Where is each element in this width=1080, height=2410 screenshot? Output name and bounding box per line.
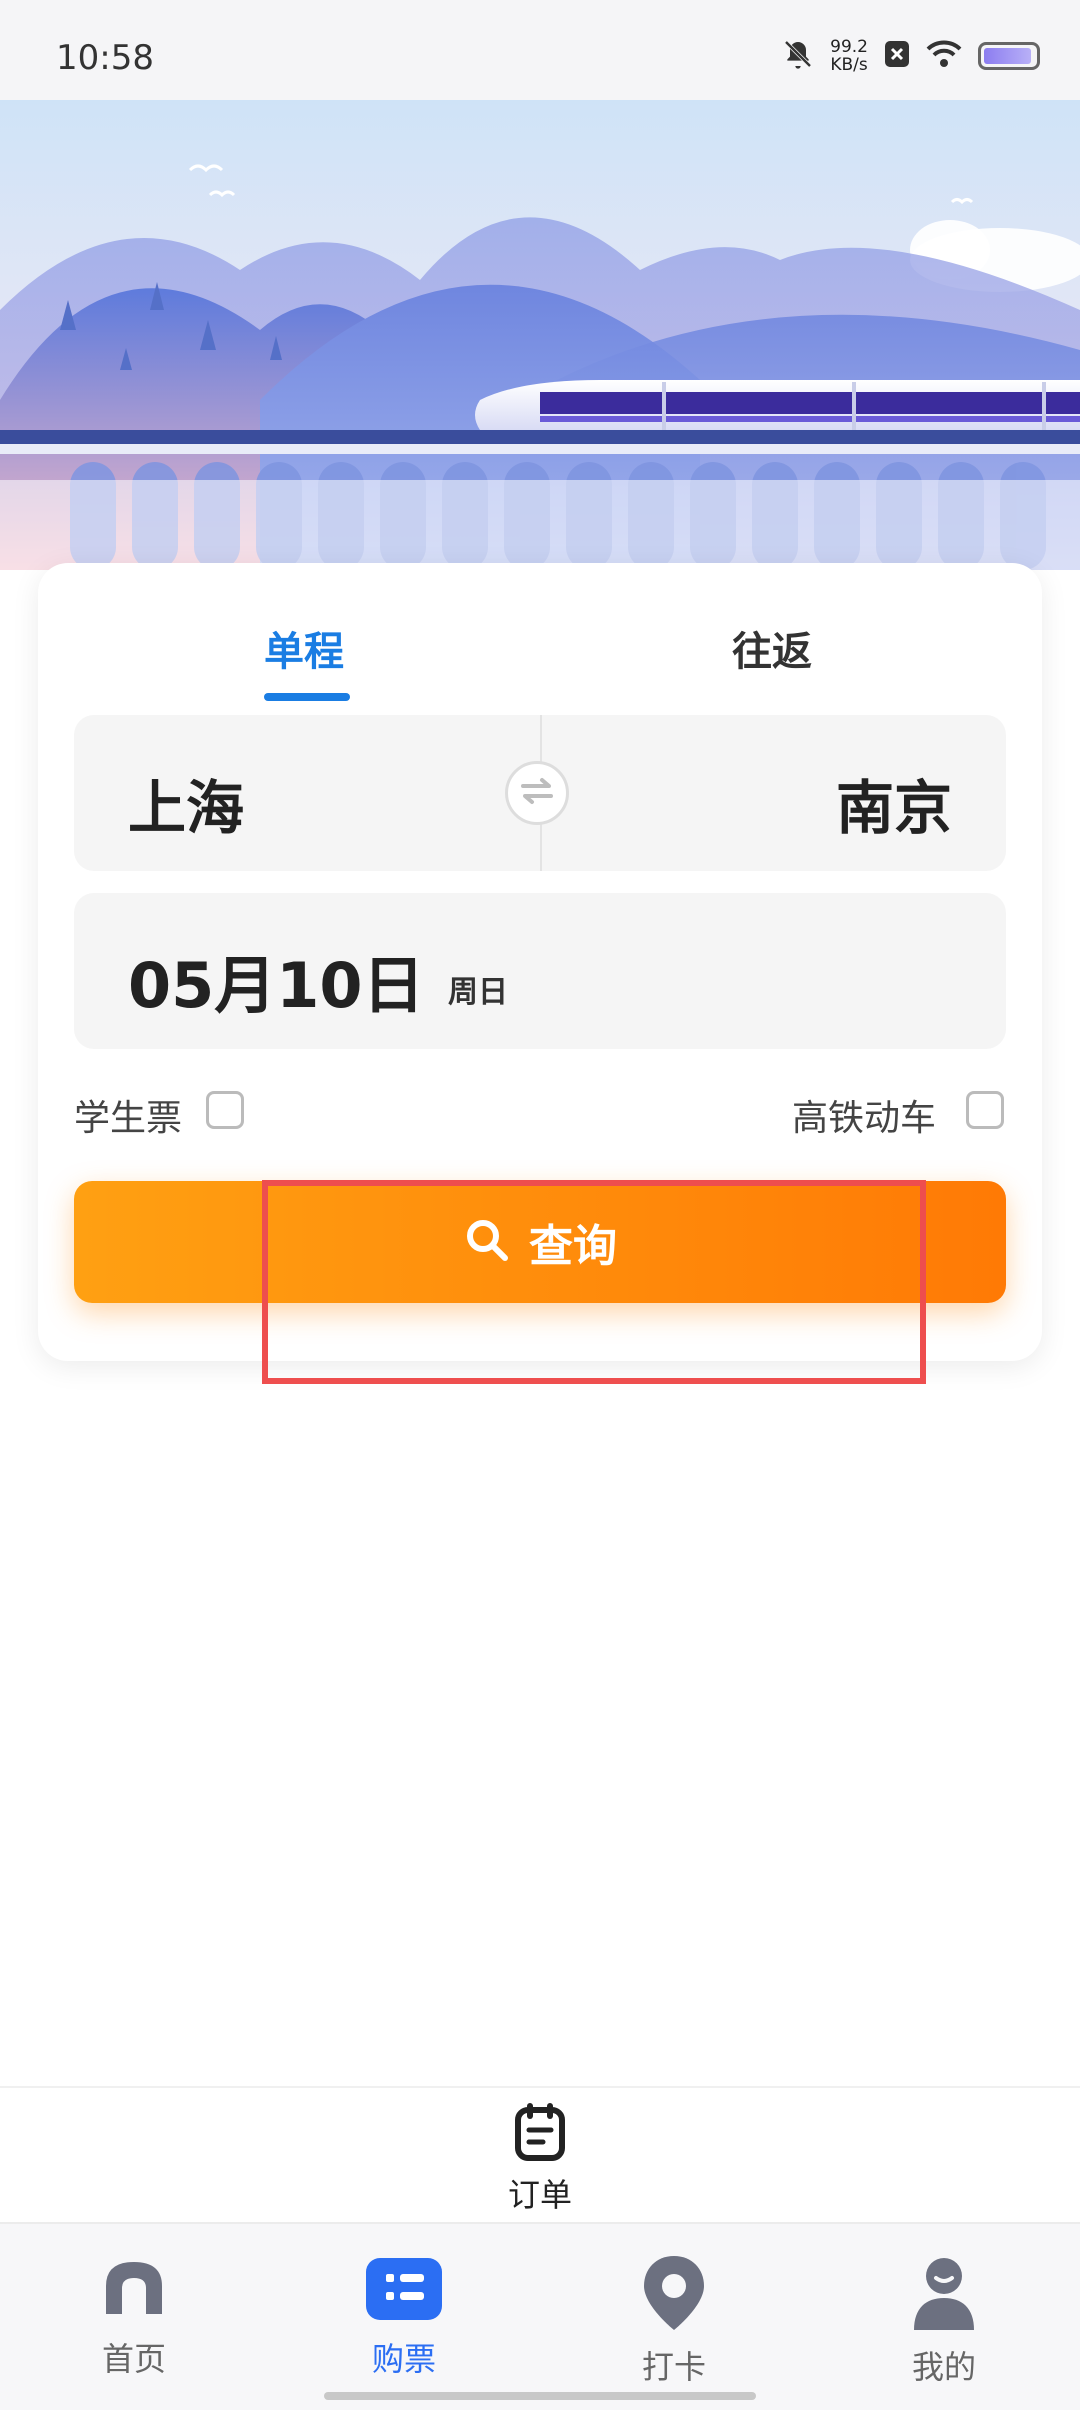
mute-icon [782, 38, 814, 75]
high-speed-label: 高铁动车 [792, 1098, 937, 1139]
nav-tickets[interactable]: 购票 [324, 2252, 484, 2380]
nav-profile-label: 我的 [911, 2348, 976, 2386]
header-banner [0, 100, 1080, 570]
swap-icon [519, 776, 555, 810]
nav-checkin-label: 打卡 [641, 2348, 706, 2386]
tab-oneway[interactable]: 单程 [264, 619, 344, 677]
date-selector[interactable]: 05月10日 周日 [74, 893, 1006, 1049]
nav-checkin[interactable]: 打卡 [594, 2252, 754, 2388]
student-ticket-label: 学生票 [74, 1098, 183, 1139]
status-time: 10:58 [56, 38, 154, 78]
travel-date: 05月10日 [128, 949, 425, 1022]
bottom-nav: 首页 购票 打卡 我的 [0, 2222, 1080, 2410]
ticket-list-icon [364, 2258, 444, 2328]
wifi-icon [926, 40, 962, 73]
high-speed-checkbox[interactable] [966, 1091, 1004, 1129]
speed-value: 99.2 [830, 37, 868, 57]
nav-home[interactable]: 首页 [54, 2252, 214, 2380]
sim-off-icon [884, 40, 910, 73]
network-speed: 99.2 KB/s [830, 38, 868, 74]
nav-profile[interactable]: 我的 [864, 2252, 1024, 2388]
nav-home-label: 首页 [101, 2340, 166, 2378]
user-icon [908, 2258, 980, 2336]
to-station[interactable]: 南京 [836, 761, 952, 845]
highlight-box [262, 1180, 926, 1384]
order-bar: 订单 [0, 2086, 1080, 2224]
home-icon [98, 2262, 170, 2328]
nav-tickets-label: 购票 [371, 2340, 436, 2378]
student-ticket-checkbox[interactable] [206, 1091, 244, 1129]
station-selector: 上海 南京 [74, 715, 1006, 871]
orders-button[interactable]: 订单 [490, 2102, 590, 2216]
tab-roundtrip[interactable]: 往返 [732, 619, 812, 677]
orders-label: 订单 [507, 2176, 572, 2214]
from-station[interactable]: 上海 [128, 761, 244, 845]
location-pin-icon [638, 2256, 710, 2336]
swap-stations-button[interactable] [505, 761, 569, 825]
home-indicator [324, 2392, 756, 2400]
status-bar: 10:58 99.2 KB/s [0, 0, 1080, 100]
train-landscape-illustration [0, 164, 1080, 570]
speed-unit: KB/s [830, 55, 868, 75]
status-icons: 99.2 KB/s [782, 36, 1040, 76]
battery-icon [978, 42, 1040, 70]
travel-weekday: 周日 [448, 975, 508, 1010]
clipboard-icon [512, 2103, 568, 2166]
active-tab-indicator [264, 693, 350, 701]
